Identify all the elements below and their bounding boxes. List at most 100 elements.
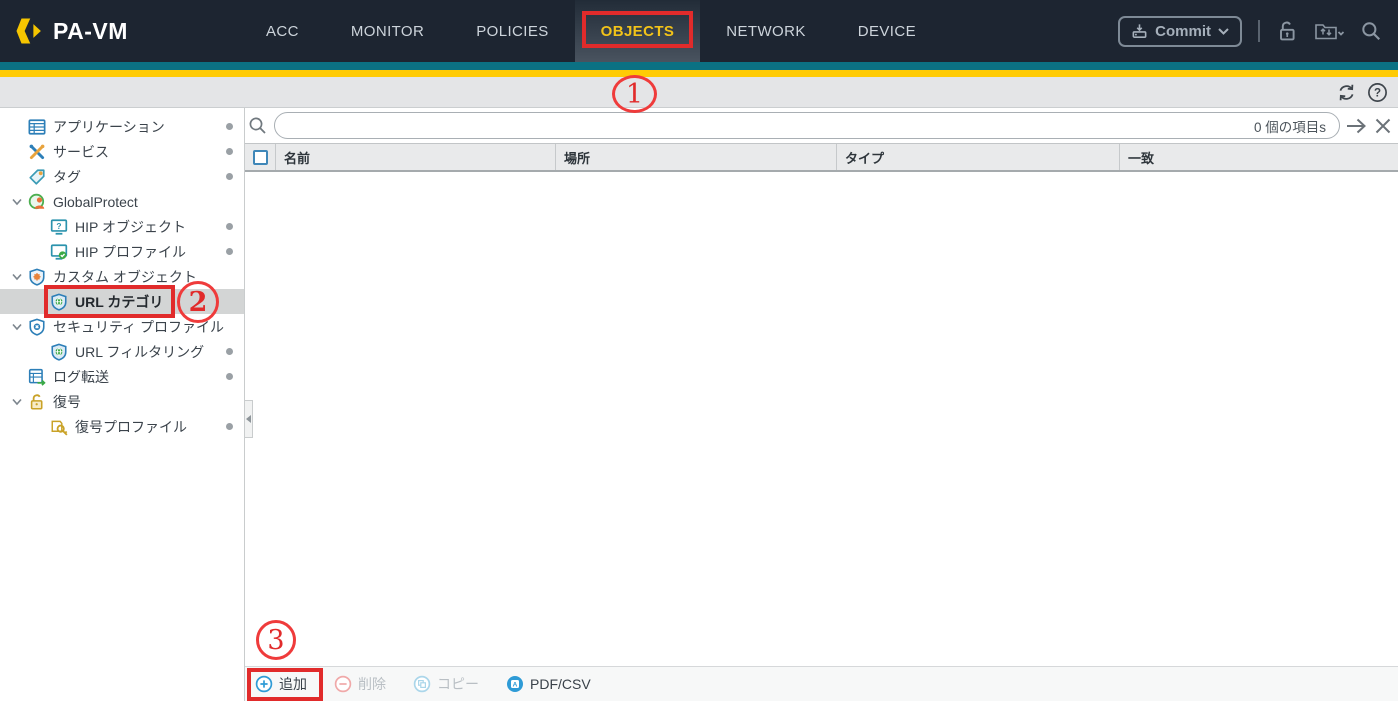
action-bar: 追加 削除 コピー A PDF/CSV — [245, 666, 1398, 701]
global-search-icon[interactable] — [1360, 20, 1382, 42]
apply-filter-arrow-icon[interactable] — [1345, 117, 1367, 135]
item-dot — [226, 173, 233, 180]
globalprotect-icon — [28, 193, 46, 211]
url-filtering-shield-icon — [50, 343, 68, 361]
security-profiles-shield-icon — [28, 318, 46, 336]
tab-monitor[interactable]: MONITOR — [325, 0, 450, 62]
sidebar-item-log-forwarding[interactable]: ログ転送 — [0, 364, 244, 389]
yellow-accent-stripe — [0, 70, 1398, 77]
filter-input[interactable] — [288, 117, 1254, 134]
clone-button: コピー — [413, 674, 479, 694]
search-icon — [247, 116, 269, 136]
select-all-checkbox[interactable] — [252, 149, 268, 165]
sidebar-item-services[interactable]: サービス — [0, 139, 244, 164]
pa-vm-webui: PA-VM ACC MONITOR POLICIES OBJECTS NETWO… — [0, 0, 1398, 701]
main-panel: 0 個の項目s 名前 場所 タイプ 一致 追加 削除 コピー A PDF/CSV — [245, 108, 1398, 701]
sidebar-item-label: ログ転送 — [53, 368, 109, 385]
sidebar-item-decryption[interactable]: 復号 — [0, 389, 244, 414]
url-category-shield-icon — [50, 293, 68, 311]
chevron-down-icon[interactable] — [6, 273, 28, 281]
clone-label: コピー — [437, 676, 479, 692]
commit-push-icon — [1131, 23, 1148, 39]
app-title: PA-VM — [53, 17, 128, 44]
sidebar-item-label: GlobalProtect — [53, 193, 138, 210]
column-header-match[interactable]: 一致 — [1119, 144, 1398, 170]
column-header-type[interactable]: タイプ — [836, 144, 1119, 170]
sidebar-item-custom-objects[interactable]: カスタム オブジェクト — [0, 264, 244, 289]
chevron-down-icon[interactable] — [6, 323, 28, 331]
pdf-export-icon: A — [506, 675, 524, 693]
svg-text:?: ? — [1374, 87, 1381, 99]
sidebar-item-security-profiles[interactable]: セキュリティ プロファイル — [0, 314, 244, 339]
clear-filter-x-icon[interactable] — [1372, 117, 1394, 135]
sidebar-item-label: カスタム オブジェクト — [53, 268, 197, 285]
services-icon — [28, 143, 46, 161]
commit-button[interactable]: Commit — [1118, 15, 1242, 47]
item-count-label: 0 個の項目s — [1253, 119, 1326, 135]
sidebar-item-label: 復号 — [53, 393, 81, 410]
sidebar-item-label: HIP プロファイル — [75, 243, 186, 260]
add-button[interactable]: 追加 — [247, 668, 323, 701]
chevron-down-icon[interactable] — [6, 198, 28, 206]
sidebar-item-tags[interactable]: タグ — [0, 164, 244, 189]
sidebar-item-url-filtering[interactable]: URL フィルタリング — [0, 339, 244, 364]
sidebar-item-label: タグ — [53, 168, 81, 185]
hip-object-icon: ? — [50, 218, 68, 236]
palo-alto-logo-icon — [14, 16, 44, 46]
delete-button: 削除 — [334, 674, 386, 694]
tab-network[interactable]: NETWORK — [700, 0, 831, 62]
filter-row: 0 個の項目s — [245, 108, 1398, 143]
sidebar-item-url-category[interactable]: URL カテゴリ 2 — [0, 281, 244, 323]
minus-circle-icon — [334, 675, 352, 693]
sidebar-item-label: URL カテゴリ — [75, 293, 164, 310]
object-tree-sidebar: アプリケーション サービス タグ GlobalProtect ? HIP オブジ… — [0, 108, 245, 701]
log-forwarding-icon — [28, 368, 46, 386]
refresh-icon[interactable] — [1336, 82, 1357, 103]
sidebar-item-hip-profiles[interactable]: HIP プロファイル — [0, 239, 244, 264]
chevron-down-icon[interactable] — [6, 398, 28, 406]
sidebar-item-label: アプリケーション — [53, 118, 165, 135]
add-label: 追加 — [279, 676, 307, 692]
sidebar-collapse-handle[interactable] — [245, 400, 253, 438]
decryption-profile-key-icon — [50, 418, 68, 436]
sidebar-item-label: セキュリティ プロファイル — [53, 318, 225, 335]
column-header-location[interactable]: 場所 — [555, 144, 836, 170]
decryption-unlock-icon — [28, 393, 46, 411]
sidebar-item-applications[interactable]: アプリケーション — [0, 114, 244, 139]
item-dot — [226, 423, 233, 430]
secondary-toolbar: ? — [0, 77, 1398, 108]
item-dot — [226, 373, 233, 380]
teal-accent-stripe — [0, 62, 1398, 70]
help-icon[interactable]: ? — [1367, 82, 1388, 103]
item-dot — [226, 148, 233, 155]
svg-text:A: A — [513, 681, 518, 688]
pdf-csv-label: PDF/CSV — [530, 676, 591, 692]
hip-profile-icon — [50, 243, 68, 261]
pdf-csv-button[interactable]: A PDF/CSV — [506, 675, 591, 693]
sidebar-item-label: サービス — [53, 143, 109, 160]
column-header-name[interactable]: 名前 — [275, 144, 555, 170]
unlocked-padlock-icon[interactable] — [1276, 19, 1298, 43]
delete-label: 削除 — [358, 676, 386, 692]
item-dot — [226, 348, 233, 355]
config-transfer-folder-icon[interactable] — [1314, 20, 1344, 42]
copy-circle-icon — [413, 675, 431, 693]
chevron-down-icon — [1218, 27, 1229, 35]
tab-device[interactable]: DEVICE — [832, 0, 942, 62]
nav-right-controls: Commit — [1118, 0, 1398, 62]
sidebar-item-hip-objects[interactable]: ? HIP オブジェクト — [0, 214, 244, 239]
nav-divider — [1258, 20, 1260, 42]
table-header-row: 名前 場所 タイプ 一致 — [245, 143, 1398, 172]
content-area: アプリケーション サービス タグ GlobalProtect ? HIP オブジ… — [0, 108, 1398, 701]
commit-label: Commit — [1155, 22, 1211, 40]
sidebar-item-decryption-profile[interactable]: 復号プロファイル — [0, 414, 244, 439]
tab-objects[interactable]: OBJECTS — [574, 0, 701, 62]
top-nav: PA-VM ACC MONITOR POLICIES OBJECTS NETWO… — [0, 0, 1398, 62]
sidebar-item-globalprotect[interactable]: GlobalProtect — [0, 189, 244, 214]
svg-text:?: ? — [56, 220, 61, 230]
sidebar-item-label: HIP オブジェクト — [75, 218, 186, 235]
brand: PA-VM — [0, 0, 200, 62]
filter-pill: 0 個の項目s — [274, 112, 1340, 139]
tab-acc[interactable]: ACC — [240, 0, 325, 62]
tab-policies[interactable]: POLICIES — [450, 0, 574, 62]
